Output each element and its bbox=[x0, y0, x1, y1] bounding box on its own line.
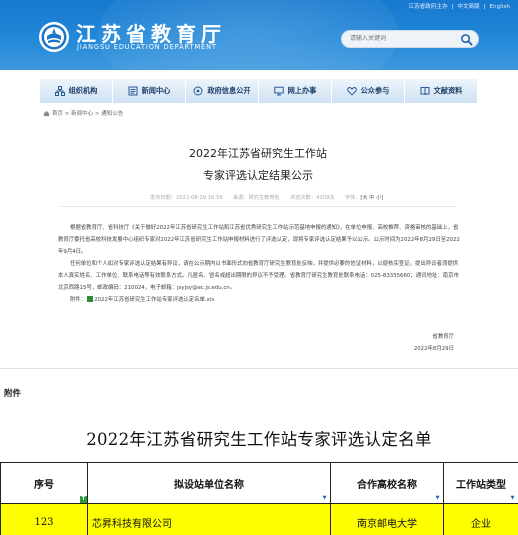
filter-dropdown-icon[interactable]: ▼ bbox=[509, 495, 516, 501]
top-link-english[interactable]: English bbox=[489, 4, 510, 10]
xls-file-icon bbox=[87, 296, 94, 302]
article-title-line2: 专家评选认定结果公示 bbox=[203, 169, 313, 182]
cell-type[interactable]: 企业 bbox=[443, 503, 518, 535]
breadcrumb: 首页 > 新闻中心 > 通知公告 bbox=[43, 109, 123, 117]
nav-item-documents[interactable]: 文献资料 bbox=[405, 79, 478, 103]
top-link-simplified[interactable]: 中文简版 bbox=[457, 4, 479, 10]
search-icon[interactable] bbox=[460, 33, 473, 46]
search-input[interactable] bbox=[350, 33, 458, 45]
signature-date: 2022年8月29日 bbox=[413, 346, 454, 352]
header-label: 工作站类型 bbox=[456, 479, 506, 491]
font-size-switch[interactable]: [大 中 小] bbox=[360, 195, 383, 201]
nav-label: 网上办事 bbox=[287, 86, 317, 95]
attachment-heading: 附件 bbox=[4, 389, 22, 399]
table-row: 123 芯昇科技有限公司 南京邮电大学 企业 bbox=[0, 503, 518, 535]
education-logo-icon[interactable] bbox=[38, 21, 70, 53]
article-meta-info: 发布日期：2022-08-29 16:59 来源：研究生教育处 浏览次数：420… bbox=[150, 195, 361, 201]
article-paragraph: 根据省教育厅、省科技厅《关于做好2022年江苏省研究生工作站和江苏省优秀研究生工… bbox=[58, 225, 460, 255]
top-links: 江苏省政府主办 | 中文简版 | English bbox=[408, 4, 510, 10]
divider bbox=[60, 206, 456, 207]
nav-label: 组织机构 bbox=[68, 86, 98, 95]
cell-university[interactable]: 南京邮电大学 bbox=[330, 503, 444, 535]
nav-item-news[interactable]: 新闻中心 bbox=[113, 79, 186, 103]
article-paragraph: 任何单位和个人如对专家评选认定结果有异议，请在公示期内以书面形式向省教育厅研究生… bbox=[58, 261, 459, 291]
book-icon bbox=[420, 87, 430, 96]
site-header: 江苏省政府主办 | 中文简版 | English 江苏省教育厅 JIANGSU … bbox=[0, 0, 518, 70]
breadcrumb-text[interactable]: 首页 > 新闻中心 > 通知公告 bbox=[52, 109, 123, 117]
filter-dropdown-icon[interactable]: ▼ bbox=[321, 495, 328, 501]
search-box[interactable] bbox=[341, 30, 479, 48]
section-separator bbox=[0, 368, 518, 369]
attachment-label: 附件： bbox=[70, 297, 87, 303]
list-title: 2022年江苏省研究生工作站专家评选认定名单 bbox=[86, 430, 432, 449]
column-header-university[interactable]: 合作高校名称 ▼ bbox=[330, 462, 444, 504]
attachment-line: 附件： 2022年江苏省研究生工作站专家评选认定名单.xls bbox=[58, 294, 460, 306]
nav-item-organization[interactable]: 组织机构 bbox=[40, 79, 113, 103]
home-icon[interactable] bbox=[43, 110, 50, 117]
main-nav: 组织机构 新闻中心 政府信息公开 网上办事 公众参与 文献资料 bbox=[40, 79, 478, 103]
column-header-company[interactable]: 拟设站单位名称 ▼ bbox=[87, 462, 331, 504]
cell-no[interactable]: 123 bbox=[0, 503, 88, 535]
nav-item-online-services[interactable]: 网上办事 bbox=[259, 79, 332, 103]
column-header-no[interactable]: 序号 T bbox=[0, 462, 88, 504]
top-link-gov[interactable]: 江苏省政府主办 bbox=[408, 4, 447, 10]
article-body: 根据省教育厅、省科技厅《关于做好2022年江苏省研究生工作站和江苏省优秀研究生工… bbox=[58, 222, 460, 306]
article-title-line1: 2022年江苏省研究生工作站 bbox=[189, 147, 327, 160]
attachment-link[interactable]: 2022年江苏省研究生工作站专家评选认定名单.xls bbox=[94, 297, 214, 303]
monitor-icon bbox=[273, 86, 284, 96]
result-table: 序号 T 拟设站单位名称 ▼ 合作高校名称 ▼ 工作站类型 ▼ 123 芯昇科技… bbox=[0, 462, 518, 535]
article-meta: 发布日期：2022-08-29 16:59 来源：研究生教育处 浏览次数：420… bbox=[150, 194, 383, 201]
nav-label: 文献资料 bbox=[433, 86, 463, 95]
table-header-row: 序号 T 拟设站单位名称 ▼ 合作高校名称 ▼ 工作站类型 ▼ bbox=[0, 462, 518, 504]
filter-dropdown-icon[interactable]: ▼ bbox=[434, 495, 441, 501]
nav-label: 新闻中心 bbox=[141, 86, 171, 95]
header-label: 序号 bbox=[34, 479, 54, 491]
info-icon bbox=[193, 86, 203, 96]
site-subtitle: JIANGSU EDUCATION DEPARTMENT bbox=[77, 43, 217, 51]
column-header-type[interactable]: 工作站类型 ▼ bbox=[443, 462, 518, 504]
news-icon bbox=[128, 86, 138, 96]
signature-org: 省教育厅 bbox=[432, 334, 454, 340]
article-panel: 2022年江苏省研究生工作站 专家评选认定结果公示 发布日期：2022-08-2… bbox=[40, 125, 476, 358]
nav-item-info-disclosure[interactable]: 政府信息公开 bbox=[186, 79, 259, 103]
header-label: 合作高校名称 bbox=[357, 479, 417, 491]
nav-label: 政府信息公开 bbox=[207, 86, 251, 95]
org-icon bbox=[54, 86, 65, 96]
nav-label: 公众参与 bbox=[360, 86, 390, 95]
cell-company[interactable]: 芯昇科技有限公司 bbox=[87, 503, 331, 535]
header-label: 拟设站单位名称 bbox=[174, 479, 244, 491]
heart-icon bbox=[346, 87, 357, 96]
cell-flag-icon: T bbox=[80, 496, 87, 503]
nav-item-public-participation[interactable]: 公众参与 bbox=[332, 79, 405, 103]
